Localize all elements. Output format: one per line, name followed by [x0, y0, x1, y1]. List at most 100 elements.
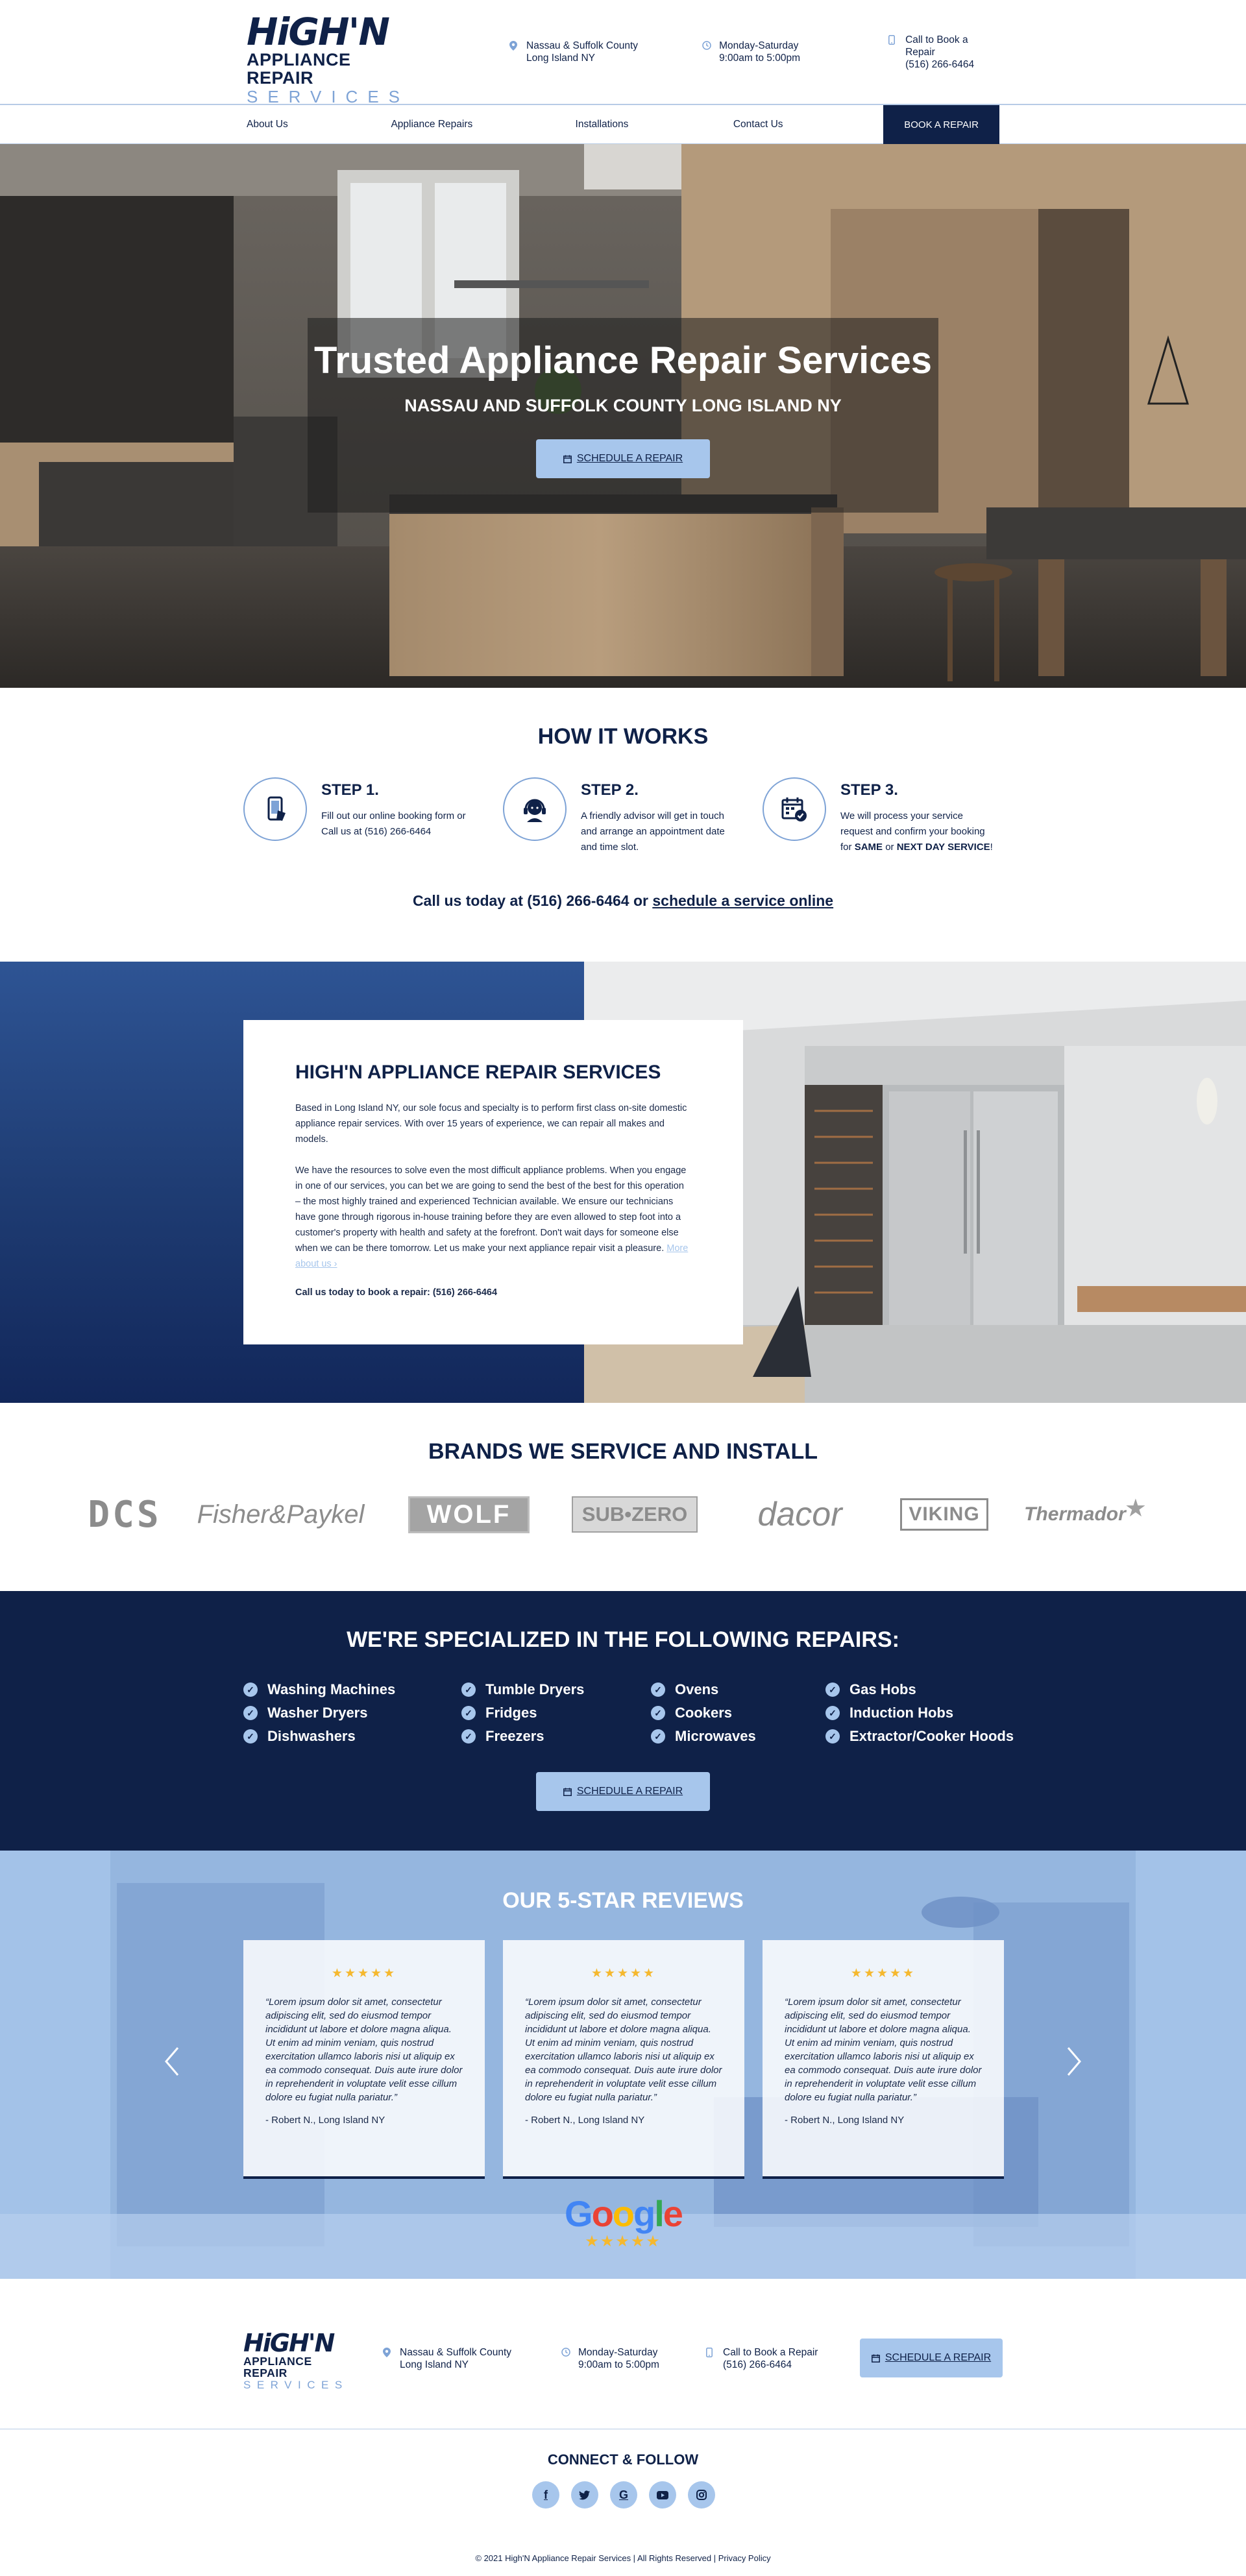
review-author: - Robert N., Long Island NY — [525, 2115, 645, 2126]
review-text: “Lorem ipsum dolor sit amet, consectetur… — [265, 1997, 463, 2103]
about-call-line: Call us today to book a repair: (516) 26… — [295, 1287, 498, 1298]
review-author: - Robert N., Long Island NY — [265, 2115, 385, 2126]
about-paragraph-1: Based in Long Island NY, our sole focus … — [295, 1103, 687, 1145]
copyright-text: © 2021 High'N Appliance Repair Services … — [475, 2553, 771, 2563]
nav-installations[interactable]: Installations — [576, 119, 733, 130]
footer-schedule-repair-button[interactable]: SCHEDULE A REPAIR — [860, 2339, 1003, 2377]
check-circle-icon: ✓ — [243, 1706, 258, 1720]
footer-location: Nassau & Suffolk County Long Island NY — [383, 2346, 511, 2371]
check-circle-icon: ✓ — [825, 1683, 840, 1697]
connect-title: CONNECT & FOLLOW — [547, 2451, 699, 2468]
about-card: HIGH'N APPLIANCE REPAIR SERVICES Based i… — [243, 1020, 743, 1344]
google-reviews-badge[interactable]: Google ★★★★★ — [565, 2194, 683, 2256]
clock-icon — [702, 41, 711, 50]
brand-thermador-logo: Thermador ★ — [1024, 1494, 1147, 1525]
check-circle-icon: ✓ — [243, 1729, 258, 1744]
repair-item: ✓ Ovens — [651, 1680, 718, 1699]
footer-logo[interactable]: HiGH'N APPLIANCE REPAIR SERVICES — [243, 2331, 344, 2391]
calendar-check-icon — [763, 777, 826, 841]
repairs-section: WE'RE SPECIALIZED IN THE FOLLOWING REPAI… — [0, 1591, 1246, 1851]
header-location: Nassau & Suffolk County Long Island NY — [509, 40, 702, 64]
repair-item: ✓ Dishwashers — [243, 1727, 356, 1746]
review-author: - Robert N., Long Island NY — [785, 2115, 905, 2126]
about-paragraph-2: We have the resources to solve even the … — [295, 1165, 689, 1269]
google-icon[interactable]: G — [610, 2481, 637, 2509]
facebook-icon[interactable]: f — [532, 2481, 559, 2509]
phone-icon — [243, 777, 307, 841]
reviews-section: OUR 5-STAR REVIEWS ★★★★★ “Lorem ipsum do… — [0, 1851, 1246, 2279]
schedule-repair-button[interactable]: SCHEDULE A REPAIR — [536, 1772, 710, 1811]
brands-section: BRANDS WE SERVICE AND INSTALL DCS Fisher… — [0, 1403, 1246, 1591]
brands-title: BRANDS WE SERVICE AND INSTALL — [428, 1439, 818, 1464]
repair-item: ✓ Freezers — [461, 1727, 544, 1746]
brand-dcs-logo: DCS — [88, 1493, 162, 1536]
brand-dacor-logo: dacor — [757, 1496, 842, 1533]
check-circle-icon: ✓ — [651, 1729, 665, 1744]
schedule-online-link[interactable]: schedule a service online — [652, 892, 833, 909]
chevron-right-icon[interactable] — [1064, 2045, 1084, 2078]
clock-icon — [561, 2348, 570, 2357]
chevron-left-icon[interactable] — [162, 2045, 182, 2078]
review-card: ★★★★★ “Lorem ipsum dolor sit amet, conse… — [243, 1940, 485, 2179]
nav-contact-us[interactable]: Contact Us — [733, 119, 883, 130]
repair-item: ✓ Tumble Dryers — [461, 1680, 584, 1699]
instagram-icon[interactable] — [688, 2481, 715, 2509]
about-title: HIGH'N APPLIANCE REPAIR SERVICES — [295, 1062, 661, 1083]
repair-item: ✓ Washer Dryers — [243, 1703, 367, 1723]
review-card: ★★★★★ “Lorem ipsum dolor sit amet, conse… — [763, 1940, 1004, 2179]
social-links: f G — [532, 2481, 727, 2509]
step-3: STEP 3. We will process your service req… — [763, 777, 1022, 855]
mobile-phone-icon — [888, 34, 898, 45]
brand-wolf-logo: WOLF — [402, 1488, 535, 1540]
check-circle-icon: ✓ — [243, 1683, 258, 1697]
how-it-works-title: HOW IT WORKS — [537, 724, 709, 749]
nav-about-us[interactable]: About Us — [247, 119, 391, 130]
repair-item: ✓ Microwaves — [651, 1727, 756, 1746]
brand-fisher-paykel-logo: Fisher&Paykel — [197, 1500, 365, 1529]
repair-item: ✓ Induction Hobs — [825, 1703, 953, 1723]
calendar-icon — [871, 2354, 880, 2363]
google-star-rating: ★★★★★ — [585, 2233, 661, 2250]
reviews-title: OUR 5-STAR REVIEWS — [502, 1888, 744, 1913]
headset-icon — [503, 777, 567, 841]
step-2: STEP 2. A friendly advisor will get in t… — [503, 777, 763, 855]
site-footer: HiGH'N APPLIANCE REPAIR SERVICES Nassau … — [0, 2279, 1246, 2429]
step-1: STEP 1. Fill out our online booking form… — [243, 777, 503, 855]
check-circle-icon: ✓ — [461, 1729, 476, 1744]
repair-item: ✓ Extractor/Cooker Hoods — [825, 1727, 1014, 1746]
star-rating: ★★★★★ — [331, 1967, 397, 1980]
footer-phone[interactable]: Call to Book a Repair (516) 266-6464 — [706, 2346, 818, 2371]
check-circle-icon: ✓ — [461, 1706, 476, 1720]
check-circle-icon: ✓ — [651, 1706, 665, 1720]
check-circle-icon: ✓ — [825, 1706, 840, 1720]
book-repair-button[interactable]: BOOK A REPAIR — [883, 105, 1000, 144]
nav-appliance-repairs[interactable]: Appliance Repairs — [391, 119, 575, 130]
main-nav: About Us Appliance Repairs Installations… — [0, 104, 1246, 144]
hero-subtitle: NASSAU AND SUFFOLK COUNTY LONG ISLAND NY — [404, 396, 842, 415]
site-logo[interactable]: HiGH'N APPLIANCE REPAIR SERVICES — [247, 13, 400, 106]
check-circle-icon: ✓ — [825, 1729, 840, 1744]
schedule-repair-button[interactable]: SCHEDULE A REPAIR — [536, 439, 710, 478]
brand-subzero-logo: SUB•ZERO — [559, 1488, 710, 1540]
check-circle-icon: ✓ — [461, 1683, 476, 1697]
review-text: “Lorem ipsum dolor sit amet, consectetur… — [525, 1997, 722, 2103]
about-section: HIGH'N APPLIANCE REPAIR SERVICES Based i… — [0, 962, 1246, 1403]
call-to-action-line: Call us today at (516) 266-6464 or sched… — [412, 892, 834, 909]
repair-item: ✓ Fridges — [461, 1703, 537, 1723]
header-hours: Monday-Saturday 9:00am to 5:00pm — [702, 40, 888, 64]
footer-hours: Monday-Saturday 9:00am to 5:00pm — [561, 2346, 659, 2371]
how-it-works-section: HOW IT WORKS STEP 1. Fill out our online… — [0, 688, 1246, 962]
header-phone[interactable]: Call to Book a Repair (516) 266-6464 — [888, 34, 999, 71]
calendar-icon — [563, 1788, 572, 1796]
review-text: “Lorem ipsum dolor sit amet, consectetur… — [785, 1997, 982, 2103]
check-circle-icon: ✓ — [651, 1683, 665, 1697]
map-pin-icon — [383, 2348, 392, 2357]
mobile-phone-icon — [706, 2348, 715, 2357]
star-rating: ★★★★★ — [591, 1967, 657, 1980]
connect-section: CONNECT & FOLLOW f G © 2021 High'N Appli… — [0, 2429, 1246, 2573]
repair-item: ✓ Gas Hobs — [825, 1680, 916, 1699]
youtube-icon[interactable] — [649, 2481, 676, 2509]
twitter-icon[interactable] — [571, 2481, 598, 2509]
star-icon: ★ — [1124, 1494, 1147, 1522]
map-pin-icon — [509, 41, 519, 51]
